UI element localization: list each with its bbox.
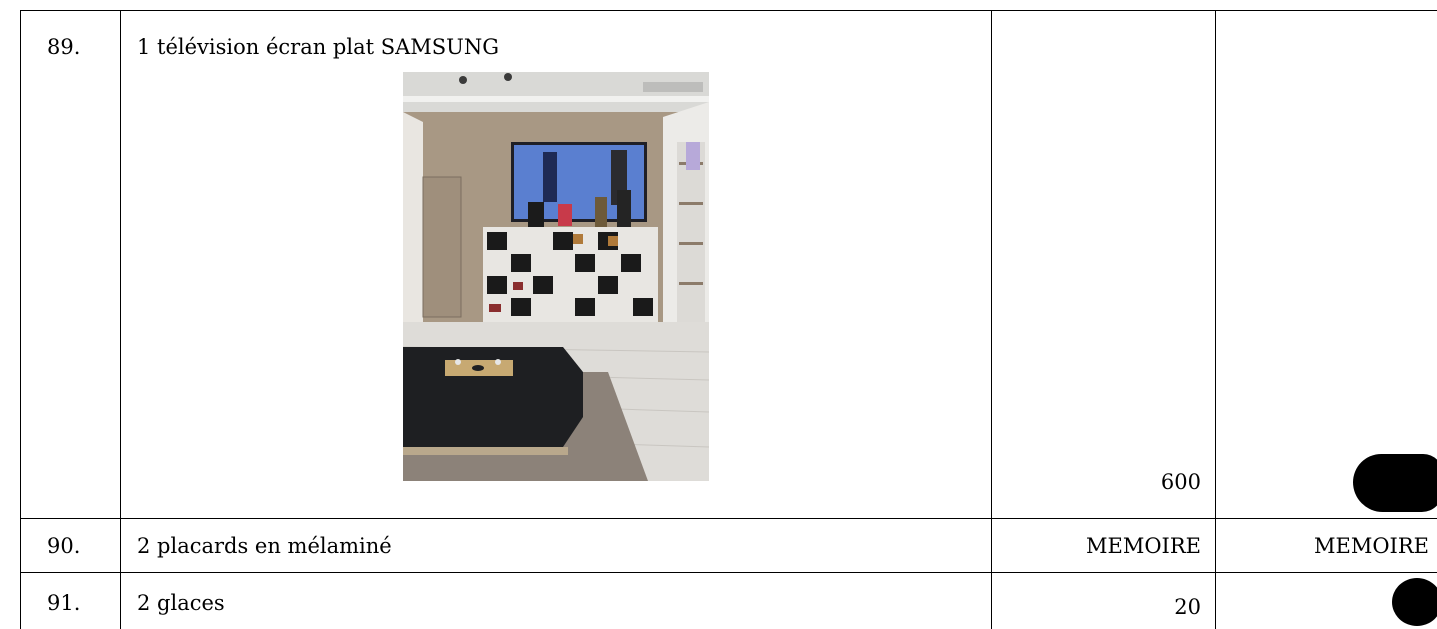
row-number: 89. xyxy=(47,35,81,59)
estimated-value: 600 xyxy=(1160,470,1201,494)
row-description: 2 placards en mélaminé xyxy=(137,534,392,558)
column-divider xyxy=(20,10,21,629)
column-divider xyxy=(120,10,121,629)
redaction-mark xyxy=(1353,454,1437,512)
row-description: 2 glaces xyxy=(137,591,225,615)
estimated-value: MEMOIRE xyxy=(1086,534,1201,558)
row-description: 1 télévision écran plat SAMSUNG xyxy=(137,35,499,59)
row-number: 91. xyxy=(47,591,81,615)
row-divider xyxy=(20,518,1437,519)
table-border-top xyxy=(20,10,1437,11)
column-divider xyxy=(991,10,992,629)
estimated-value: 20 xyxy=(1174,595,1201,619)
television-photo xyxy=(403,72,709,481)
row-number: 90. xyxy=(47,534,81,558)
column-divider xyxy=(1215,10,1216,629)
row-divider xyxy=(20,572,1437,573)
redaction-mark xyxy=(1392,578,1437,626)
second-value: MEMOIRE xyxy=(1314,534,1429,558)
inventory-table: 89. 1 télévision écran plat SAMSUNG 600 … xyxy=(0,0,1437,629)
